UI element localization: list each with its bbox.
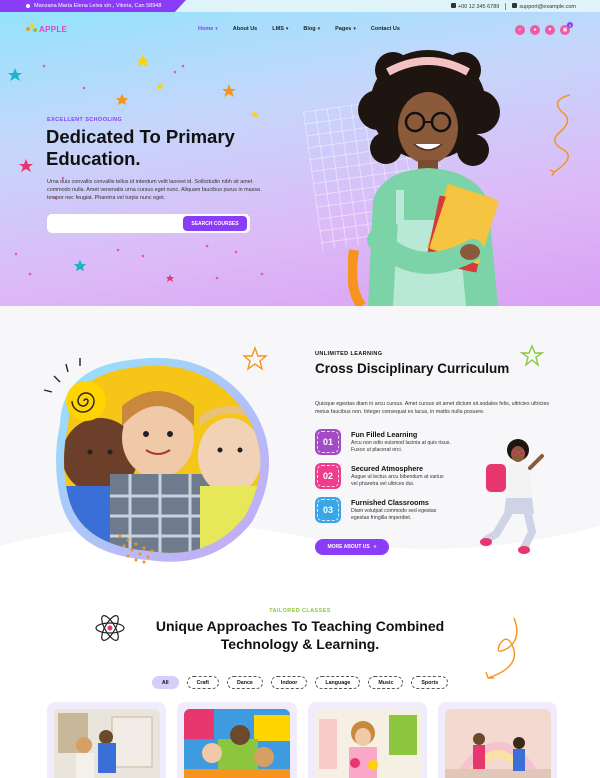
filter-craft[interactable]: Craft [186, 676, 219, 689]
filter-language[interactable]: Language [315, 676, 361, 689]
feature-number: 01 [315, 429, 341, 455]
address-bar: Manzana María Elena Leiva s/n., Vitoria,… [0, 0, 186, 12]
cart-icon[interactable]: ▣ 0 [560, 22, 573, 35]
curriculum-section: UNLIMITED LEARNING Cross Disciplinary Cu… [0, 306, 600, 596]
search-icon[interactable]: ⌕ [515, 25, 525, 35]
feature-number: 03 [315, 497, 341, 523]
filter-sports[interactable]: Sports [411, 676, 449, 689]
hero-eyebrow: EXCELLENT SCHOOLING [47, 117, 123, 123]
phone-link[interactable]: +00 12 345 6789 [450, 2, 500, 10]
curriculum-description: Quisque egestas diam in arcu cursus. Ame… [315, 401, 550, 415]
hero-section: APPLE Home About Us LMS Blog Pages Conta… [0, 12, 600, 306]
class-photo [314, 709, 421, 778]
button-label: MORE ABOUT US [327, 544, 370, 550]
feature-item: 01 Fun Filled Learning Arcu non odio eui… [315, 429, 485, 459]
feature-number: 02 [315, 463, 341, 489]
class-card[interactable] [177, 702, 297, 778]
phone-icon [450, 2, 456, 8]
top-bar: Manzana María Elena Leiva s/n., Vitoria,… [0, 0, 600, 12]
classes-title: Unique Approaches To Teaching Combined T… [155, 618, 445, 652]
dot-decoration [14, 64, 264, 280]
search-courses-button[interactable]: SEARCH COURSES [183, 216, 247, 231]
nav-menu: Home About Us LMS Blog Pages Contact Us [198, 26, 400, 32]
class-photo [444, 709, 551, 778]
class-card[interactable] [47, 702, 167, 778]
children-photo-blob [43, 346, 270, 564]
nav-item-about[interactable]: About Us [233, 26, 257, 32]
feature-item: 02 Secured Atmosphere Augue ut lectus ar… [315, 463, 485, 493]
nav-item-home[interactable]: Home [198, 26, 218, 32]
nav-item-lms[interactable]: LMS [272, 26, 288, 32]
curriculum-title: Cross Disciplinary Curriculum [315, 361, 510, 376]
star-outline-icon [520, 344, 544, 367]
feature-text: Arcu non odio euismod lacinia at quis ri… [351, 440, 451, 454]
logo-icon [26, 24, 38, 34]
class-photo [54, 709, 160, 778]
curriculum-eyebrow: UNLIMITED LEARNING [315, 351, 383, 357]
nav-item-contact[interactable]: Contact Us [371, 26, 400, 32]
email-link[interactable]: support@example.com [512, 2, 576, 10]
classes-section: TAILORED CLASSES Unique Approaches To Te… [0, 596, 600, 778]
filter-all[interactable]: All [151, 676, 179, 689]
nav-item-blog[interactable]: Blog [303, 26, 320, 32]
brand-name: APPLE [39, 24, 68, 34]
nav-actions: ⌕ ● ♥ ▣ 0 [515, 22, 573, 35]
heart-icon[interactable]: ♥ [545, 25, 555, 35]
user-icon[interactable]: ● [530, 25, 540, 35]
classes-eyebrow: TAILORED CLASSES [269, 608, 331, 614]
contact-info: +00 12 345 6789 support@example.com [450, 0, 576, 12]
divider [505, 2, 507, 10]
brand-logo[interactable]: APPLE [26, 24, 67, 34]
feature-text: Augue ut lectus arcu bibendum at varius … [351, 474, 444, 488]
mail-icon [512, 2, 518, 8]
phone-text: +00 12 345 6789 [457, 3, 500, 10]
more-about-us-button[interactable]: MORE ABOUT US» [315, 539, 389, 555]
filter-indoor[interactable]: Indoor [270, 676, 308, 689]
feature-item: 03 Furnished Classrooms Diam volutpat co… [315, 497, 485, 527]
search-input[interactable] [53, 217, 173, 230]
jumping-girl-image [480, 439, 544, 554]
feature-title: Secured Atmosphere [351, 464, 424, 473]
location-pin-icon [26, 4, 30, 8]
filter-music[interactable]: Music [368, 676, 404, 689]
class-cards [47, 702, 557, 778]
hero-title: Dedicated To Primary Education. [46, 126, 235, 169]
course-search: SEARCH COURSES [47, 214, 250, 233]
class-photo [184, 709, 291, 778]
hero-description: Urna duis convallis convallis tellus id … [47, 179, 261, 201]
class-card[interactable] [307, 702, 427, 778]
main-nav: APPLE Home About Us LMS Blog Pages Conta… [0, 12, 600, 48]
student-girl-image [348, 50, 500, 306]
cart-count: 0 [567, 22, 573, 28]
feature-title: Furnished Classrooms [351, 498, 429, 507]
class-card[interactable] [437, 702, 557, 778]
swirl-decoration [549, 94, 571, 177]
email-text: support@example.com [519, 3, 576, 10]
feature-text: Diam volutpat commodo sed egestas egesta… [351, 508, 437, 522]
class-filters: All Craft Dance Indoor Language Music Sp… [0, 676, 600, 689]
address-text: Manzana María Elena Leiva s/n., Vitoria,… [34, 3, 162, 9]
arrow-right-icon: » [373, 544, 377, 550]
filter-dance[interactable]: Dance [226, 676, 263, 689]
atom-icon [95, 615, 125, 641]
nav-item-pages[interactable]: Pages [335, 26, 356, 32]
feature-title: Fun Filled Learning [351, 430, 418, 439]
swirl-arrow-decoration [485, 617, 518, 679]
